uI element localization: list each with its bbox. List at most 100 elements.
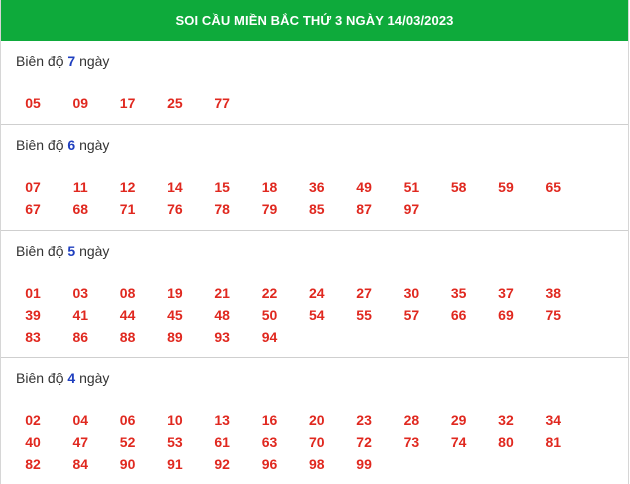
- label-suffix: ngày: [79, 370, 110, 386]
- lottery-number: 29: [450, 412, 467, 428]
- lottery-number: 34: [545, 412, 562, 428]
- lottery-number: 59: [498, 179, 514, 195]
- lottery-number: 48: [214, 307, 230, 323]
- lottery-number: 06: [119, 412, 136, 428]
- lottery-number: 03: [72, 285, 89, 301]
- lottery-number: 89: [167, 329, 183, 345]
- lottery-number: 10: [167, 412, 183, 428]
- lottery-number: 86: [72, 329, 89, 345]
- lottery-number: 99: [356, 456, 372, 472]
- lottery-number: 54: [308, 307, 325, 323]
- lottery-number: 04: [72, 412, 89, 428]
- lottery-number: 17: [119, 95, 136, 111]
- lottery-number: 50: [261, 307, 278, 323]
- label-amplitude: 5: [67, 243, 76, 259]
- lottery-number: 76: [167, 201, 183, 217]
- section-amplitude-4: Biên độ 4 ngày 02 04 06 10 13 16 20 23 28 29 32 34 4…: [1, 358, 628, 484]
- lottery-number: 81: [545, 434, 562, 450]
- lottery-number: 38: [545, 285, 562, 301]
- lottery-number: 28: [403, 412, 420, 428]
- lottery-number: 63: [261, 434, 278, 450]
- lottery-number: 09: [72, 95, 89, 111]
- section-amplitude-7: Biên độ 7 ngày 05 09 17 25 77: [1, 41, 628, 125]
- lottery-number: 45: [167, 307, 183, 323]
- lottery-number: 77: [214, 95, 230, 111]
- label-prefix: Biên độ: [16, 137, 64, 153]
- lottery-number: 25: [167, 95, 183, 111]
- lottery-number: 78: [214, 201, 230, 217]
- lottery-number: 92: [214, 456, 230, 472]
- section-label: Biên độ 5 ngày: [16, 243, 109, 259]
- lottery-number: 98: [308, 456, 325, 472]
- lottery-number: 96: [261, 456, 278, 472]
- page-header: SOI CẦU MIỀN BẮC THỨ 3 NGÀY 14/03/2023: [1, 0, 628, 41]
- lottery-number: 08: [119, 285, 136, 301]
- lottery-number: 30: [403, 285, 420, 301]
- lottery-number: 85: [308, 201, 325, 217]
- label-prefix: Biên độ: [16, 370, 64, 386]
- lottery-number: 20: [308, 412, 325, 428]
- section-label: Biên độ 4 ngày: [16, 370, 109, 386]
- lottery-number: 05: [25, 95, 41, 111]
- lottery-number: 49: [356, 179, 372, 195]
- lottery-number: 24: [308, 285, 325, 301]
- lottery-number: 19: [167, 285, 183, 301]
- lottery-number: 32: [498, 412, 514, 428]
- lottery-number: 13: [214, 412, 230, 428]
- lottery-number: 70: [308, 434, 325, 450]
- lottery-number: 39: [25, 307, 41, 323]
- lottery-number: 74: [450, 434, 467, 450]
- lottery-number: 41: [72, 307, 89, 323]
- section-label: Biên độ 6 ngày: [16, 137, 109, 153]
- label-prefix: Biên độ: [16, 243, 64, 259]
- lottery-number: 11: [72, 179, 88, 195]
- lottery-number: 12: [119, 179, 136, 195]
- lottery-number: 61: [214, 434, 230, 450]
- page-title: SOI CẦU MIỀN BẮC THỨ 3 NGÀY 14/03/2023: [175, 13, 454, 28]
- lottery-number: 66: [450, 307, 467, 323]
- lottery-number: 71: [119, 201, 136, 217]
- section-label: Biên độ 7 ngày: [16, 53, 109, 69]
- lottery-number: 83: [25, 329, 41, 345]
- lottery-number: 75: [545, 307, 562, 323]
- lottery-number: 91: [167, 456, 183, 472]
- lottery-number: 67: [25, 201, 41, 217]
- lottery-number: 02: [25, 412, 41, 428]
- lottery-number: 51: [403, 179, 420, 195]
- lottery-number: 14: [167, 179, 183, 195]
- label-suffix: ngày: [79, 243, 110, 259]
- label-prefix: Biên độ: [16, 53, 64, 69]
- lottery-number: 40: [25, 434, 41, 450]
- number-grid: 01 03 08 19 21 22 24 27 30 35 37 38 39 41 44 45 48 50 54 55…: [1, 282, 628, 348]
- lottery-number: 82: [25, 456, 41, 472]
- label-suffix: ngày: [79, 53, 110, 69]
- lottery-number: 47: [72, 434, 89, 450]
- lottery-number: 22: [261, 285, 278, 301]
- lottery-number: 73: [403, 434, 420, 450]
- section-amplitude-6: Biên độ 6 ngày 07 11 12 14 15 18 36 49 51 58 59 65 6…: [1, 125, 628, 231]
- lottery-number: 68: [72, 201, 89, 217]
- lottery-number: 18: [261, 179, 278, 195]
- lottery-number: 65: [545, 179, 562, 195]
- lottery-number: 79: [261, 201, 278, 217]
- lottery-number: 35: [450, 285, 467, 301]
- lottery-number: 36: [308, 179, 325, 195]
- lottery-number: 57: [403, 307, 420, 323]
- lottery-number: 27: [356, 285, 372, 301]
- lottery-number: 58: [450, 179, 467, 195]
- number-grid: 07 11 12 14 15 18 36 49 51 58 59 65 67 68 71 76 78 79 85 87…: [1, 176, 628, 220]
- lottery-number: 21: [214, 285, 230, 301]
- lottery-number: 44: [119, 307, 136, 323]
- lottery-number: 94: [261, 329, 278, 345]
- label-amplitude: 4: [67, 370, 76, 386]
- lottery-number: 16: [261, 412, 278, 428]
- lottery-number: 52: [119, 434, 136, 450]
- lottery-number: 84: [72, 456, 89, 472]
- lottery-number: 93: [214, 329, 230, 345]
- lottery-number: 88: [119, 329, 136, 345]
- lottery-number: 80: [498, 434, 514, 450]
- number-grid: 05 09 17 25 77: [1, 92, 628, 114]
- section-amplitude-5: Biên độ 5 ngày 01 03 08 19 21 22 24 27 30 35 37 38 3…: [1, 231, 628, 358]
- lottery-number: 90: [119, 456, 136, 472]
- lottery-number: 55: [356, 307, 372, 323]
